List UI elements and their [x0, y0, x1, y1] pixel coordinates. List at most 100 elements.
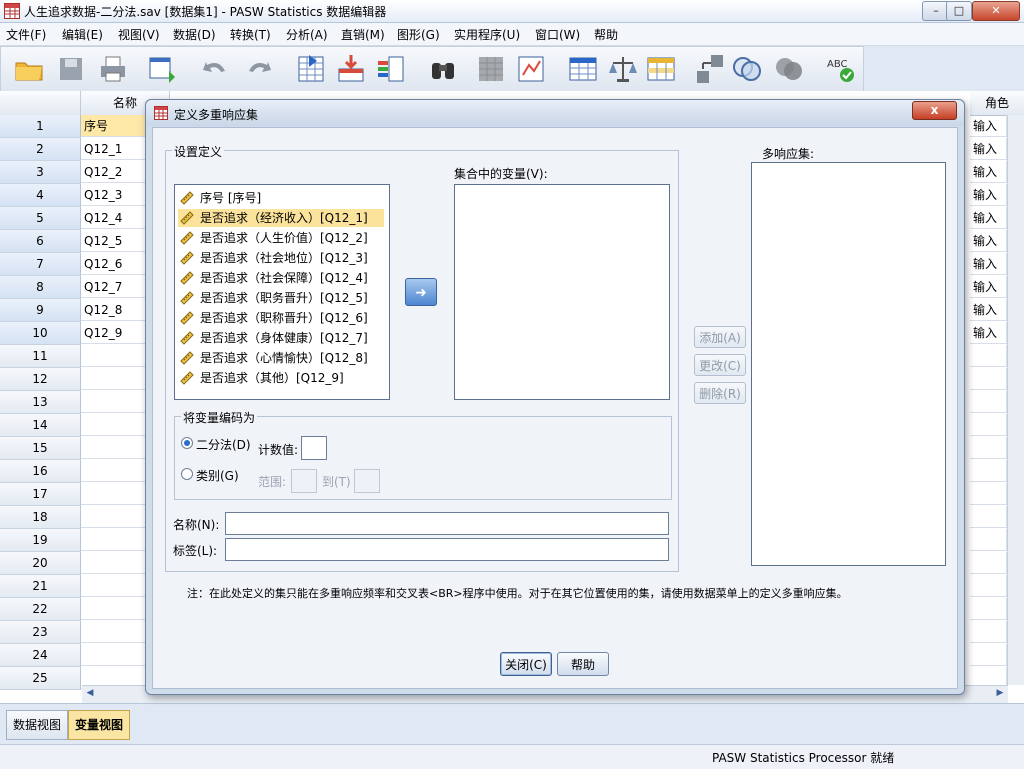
row-header[interactable]: 11	[0, 345, 81, 368]
remove-set-button[interactable]: 删除(R)	[694, 382, 746, 404]
source-variable-item[interactable]: 是否追求（人生价值）[Q12_2]	[178, 229, 384, 247]
insert-cases-icon[interactable]	[475, 53, 507, 85]
row-header[interactable]: 5	[0, 207, 81, 230]
variables-in-set-list[interactable]	[454, 184, 670, 400]
menu-view[interactable]: 视图(V)	[118, 26, 160, 43]
open-icon[interactable]	[13, 53, 45, 85]
source-variable-item[interactable]: 是否追求（身体健康）[Q12_7]	[178, 329, 384, 347]
dichotomy-radio[interactable]	[181, 437, 193, 449]
move-to-set-button[interactable]: ➜	[405, 278, 437, 306]
source-variable-item[interactable]: 是否追求（社会保障）[Q12_4]	[178, 269, 384, 287]
row-header[interactable]: 10	[0, 322, 81, 345]
row-header[interactable]: 2	[0, 138, 81, 161]
role-cell[interactable]	[970, 598, 1007, 620]
find-icon[interactable]	[427, 53, 459, 85]
role-cell[interactable]	[970, 437, 1007, 459]
categories-radio[interactable]	[181, 468, 193, 480]
source-variable-item[interactable]: 是否追求（职务晋升）[Q12_5]	[178, 289, 384, 307]
menu-analyze[interactable]: 分析(A)	[286, 26, 328, 43]
row-header[interactable]: 13	[0, 391, 81, 414]
row-header[interactable]: 14	[0, 414, 81, 437]
row-header[interactable]: 4	[0, 184, 81, 207]
print-icon[interactable]	[97, 53, 129, 85]
insert-variable-icon[interactable]	[515, 53, 547, 85]
scroll-right-arrow[interactable]: ▶	[992, 685, 1008, 702]
menu-graphs[interactable]: 图形(G)	[397, 26, 440, 43]
source-variable-item[interactable]: 是否追求（经济收入）[Q12_1]	[178, 209, 384, 227]
row-header[interactable]: 8	[0, 276, 81, 299]
menu-data[interactable]: 数据(D)	[173, 26, 216, 43]
role-cell[interactable]: 输入	[970, 138, 1007, 160]
role-cell[interactable]	[970, 368, 1007, 390]
weight-cases-icon[interactable]	[607, 53, 639, 85]
scroll-left-arrow[interactable]: ◀	[82, 685, 98, 702]
role-cell[interactable]	[970, 414, 1007, 436]
row-header[interactable]: 23	[0, 621, 81, 644]
row-header[interactable]: 15	[0, 437, 81, 460]
dialog-close-button[interactable]: x	[912, 101, 957, 120]
undo-icon[interactable]	[199, 53, 231, 85]
row-header[interactable]: 25	[0, 667, 81, 690]
role-cell[interactable]: 输入	[970, 207, 1007, 229]
add-set-button[interactable]: 添加(A)	[694, 326, 746, 348]
role-cell[interactable]	[970, 483, 1007, 505]
close-button[interactable]: 关闭(C)	[500, 652, 552, 676]
show-sets-icon[interactable]	[773, 53, 805, 85]
source-variable-item[interactable]: 是否追求（职称晋升）[Q12_6]	[178, 309, 384, 327]
set-label-input[interactable]	[225, 538, 669, 561]
change-set-button[interactable]: 更改(C)	[694, 354, 746, 376]
value-labels-icon[interactable]	[695, 53, 727, 85]
role-cell[interactable]: 输入	[970, 115, 1007, 137]
save-icon[interactable]	[55, 53, 87, 85]
variables-icon[interactable]	[375, 53, 407, 85]
dichotomy-label[interactable]: 二分法(D)	[196, 436, 251, 453]
role-cell[interactable]: 输入	[970, 184, 1007, 206]
row-header[interactable]: 7	[0, 253, 81, 276]
role-cell[interactable]	[970, 460, 1007, 482]
source-variable-item[interactable]: 序号 [序号]	[178, 189, 384, 207]
row-header[interactable]: 17	[0, 483, 81, 506]
role-cell[interactable]: 输入	[970, 230, 1007, 252]
tab-variable-view[interactable]: 变量视图	[68, 710, 131, 740]
select-cases-icon[interactable]	[645, 53, 677, 85]
role-cell[interactable]	[970, 644, 1007, 666]
mr-sets-list[interactable]	[751, 162, 946, 566]
row-header[interactable]: 9	[0, 299, 81, 322]
row-header[interactable]: 6	[0, 230, 81, 253]
source-variable-item[interactable]: 是否追求（社会地位）[Q12_3]	[178, 249, 384, 267]
menu-direct-marketing[interactable]: 直销(M)	[341, 26, 385, 43]
recall-dialog-icon[interactable]	[147, 53, 179, 85]
role-cell[interactable]	[970, 575, 1007, 597]
use-sets-icon[interactable]	[731, 53, 763, 85]
role-cell[interactable]: 输入	[970, 299, 1007, 321]
row-header[interactable]: 22	[0, 598, 81, 621]
source-variable-item[interactable]: 是否追求（其他）[Q12_9]	[178, 369, 384, 387]
role-cell[interactable]	[970, 552, 1007, 574]
column-header-role[interactable]: 角色	[970, 91, 1024, 116]
range-to-input[interactable]	[354, 469, 380, 493]
maximize-button[interactable]: □	[946, 1, 972, 21]
row-header[interactable]: 18	[0, 506, 81, 529]
role-cell[interactable]	[970, 529, 1007, 551]
categories-label[interactable]: 类别(G)	[196, 467, 239, 484]
role-cell[interactable]: 输入	[970, 253, 1007, 275]
redo-icon[interactable]	[243, 53, 275, 85]
goto-case-icon[interactable]	[295, 53, 327, 85]
menu-utilities[interactable]: 实用程序(U)	[454, 26, 520, 43]
spell-check-icon[interactable]: ABC	[825, 53, 857, 85]
row-header[interactable]: 3	[0, 161, 81, 184]
range-from-input[interactable]	[291, 469, 317, 493]
split-file-icon[interactable]	[567, 53, 599, 85]
tab-data-view[interactable]: 数据视图	[6, 710, 69, 740]
menu-window[interactable]: 窗口(W)	[535, 26, 580, 43]
row-header[interactable]: 16	[0, 460, 81, 483]
counted-value-input[interactable]	[301, 436, 327, 460]
row-header[interactable]: 1	[0, 115, 81, 138]
source-variable-list[interactable]: 序号 [序号] 是否追求（经济收入）[Q12_1] 是否追求（人生价值）[Q12_2…	[174, 184, 390, 400]
help-button[interactable]: 帮助	[557, 652, 609, 676]
menu-transform[interactable]: 转换(T)	[230, 26, 271, 43]
row-header[interactable]: 19	[0, 529, 81, 552]
source-variable-item[interactable]: 是否追求（心情愉快）[Q12_8]	[178, 349, 384, 367]
row-header[interactable]: 24	[0, 644, 81, 667]
role-cell[interactable]	[970, 506, 1007, 528]
